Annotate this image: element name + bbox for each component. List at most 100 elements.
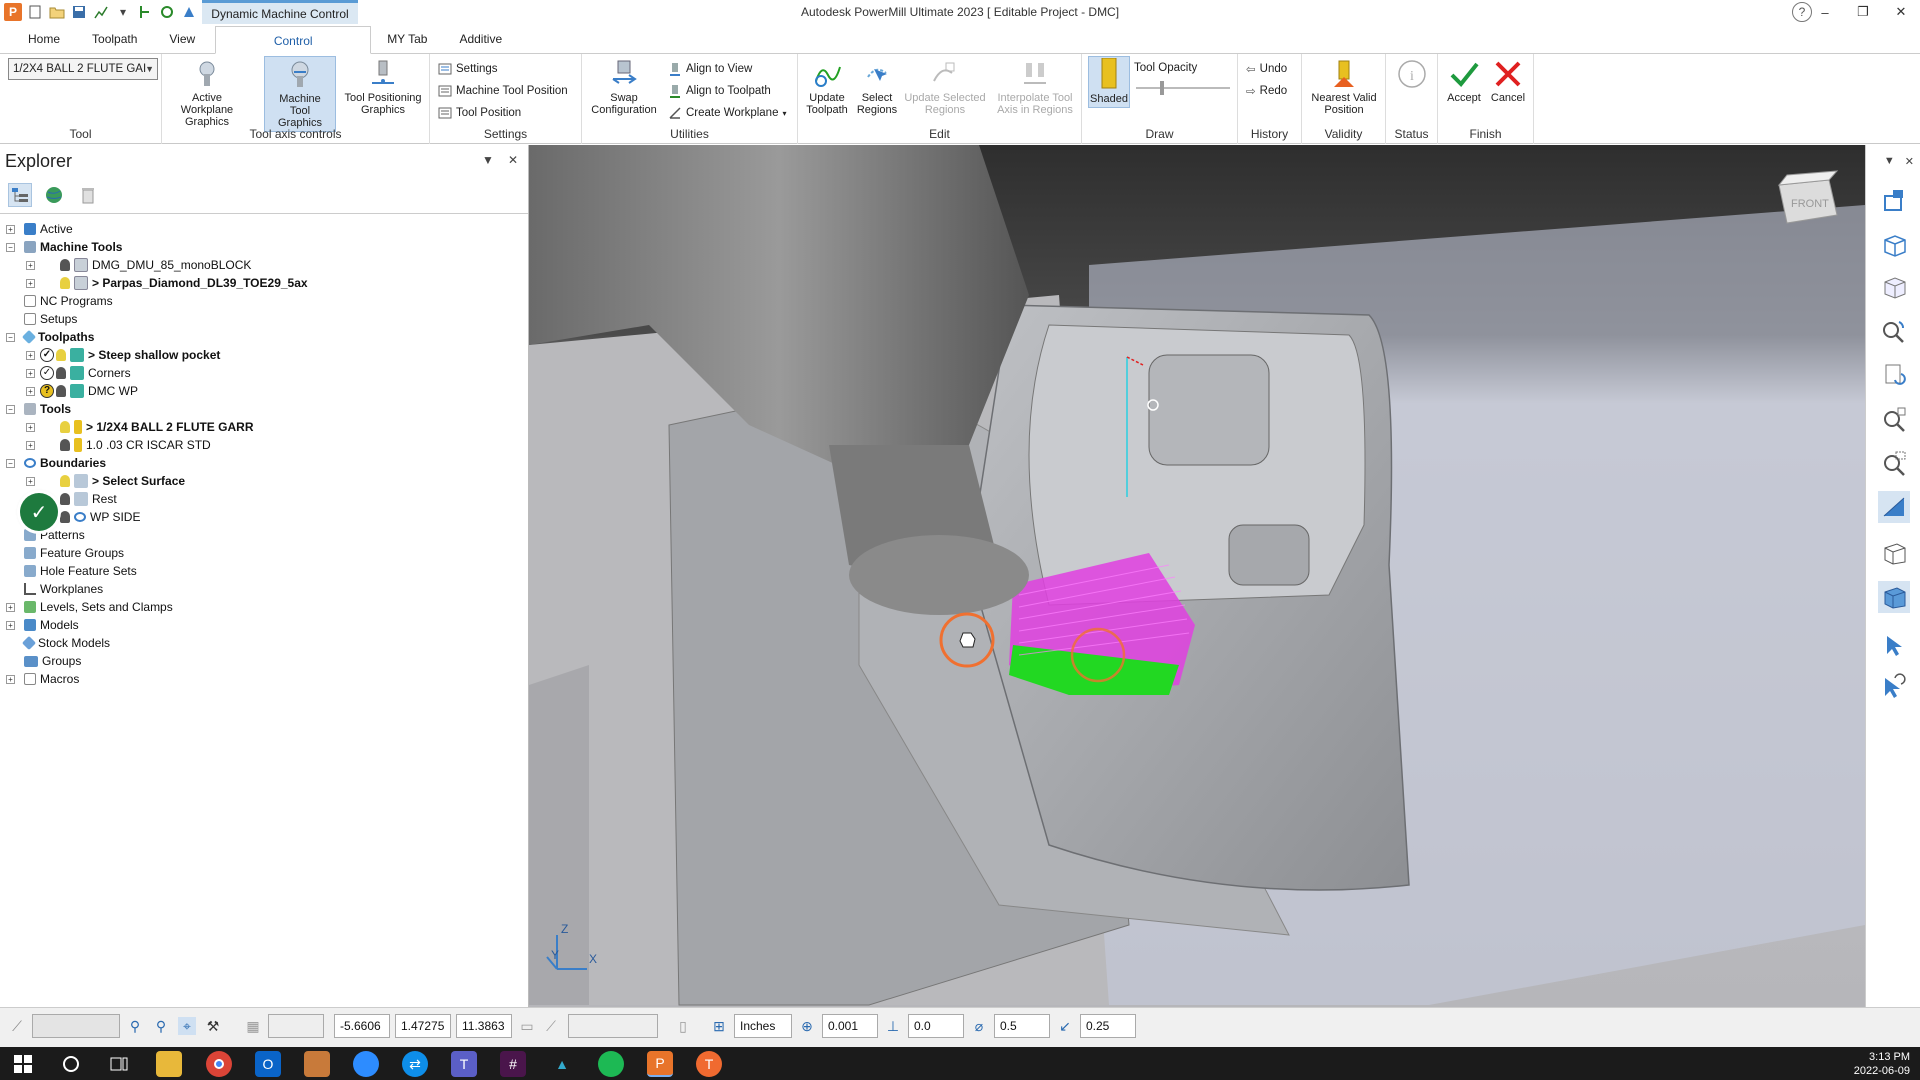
tab-my-tab[interactable]: MY Tab (371, 25, 443, 53)
tree-item-machine-dmg[interactable]: DMG_DMU_85_monoBLOCK (60, 256, 251, 274)
graphics-viewport[interactable]: FRONT X Z Y (529, 145, 1865, 1007)
tree-item-hole-feature-sets[interactable]: Hole Feature Sets (24, 562, 137, 580)
tab-additive[interactable]: Additive (443, 25, 518, 53)
snap-grid-toggle-icon[interactable]: ⚒ (204, 1017, 222, 1035)
thickness-icon[interactable]: ⊥ (884, 1017, 902, 1035)
swap-configuration-button[interactable]: Swap Configuration (588, 58, 660, 116)
restore-icon[interactable]: ❐ (1844, 0, 1882, 24)
shaded-button[interactable]: Shaded (1088, 56, 1130, 108)
refresh-page-icon[interactable] (1878, 359, 1910, 391)
tree-item-feature-groups[interactable]: Feature Groups (24, 544, 124, 562)
snap-active-icon[interactable]: ⌖ (178, 1017, 196, 1035)
tolerance-field[interactable]: 0.001 (822, 1014, 878, 1038)
teams-icon[interactable]: T (451, 1051, 477, 1077)
expand-tool-1-icon[interactable]: + (26, 423, 35, 432)
snap-target-icon[interactable]: ⚲ (152, 1017, 170, 1035)
collapse-toolpaths-icon[interactable]: − (6, 333, 15, 342)
tree-item-machine-parpas[interactable]: > Parpas_Diamond_DL39_TOE29_5ax (60, 274, 308, 292)
chrome-icon[interactable] (206, 1051, 232, 1077)
align-to-toolpath-button[interactable]: Align to Toolpath (668, 82, 771, 100)
machine-tool-position-button[interactable]: Machine Tool Position (438, 82, 568, 100)
view-cube[interactable]: FRONT (1777, 170, 1839, 224)
tree-item-toolpath-corners[interactable]: ✓ Corners (40, 364, 131, 382)
tree-item-toolpath-dmc-wp[interactable]: ? DMC WP (40, 382, 138, 400)
tree-item-active[interactable]: Active (24, 220, 73, 238)
slack-icon[interactable]: # (500, 1051, 526, 1077)
expand-macros-icon[interactable]: + (6, 675, 15, 684)
snap-icon[interactable]: ⚲ (126, 1017, 144, 1035)
windows-start-icon[interactable] (10, 1051, 36, 1077)
tree-item-boundary-rest[interactable]: Rest (60, 490, 117, 508)
stock-view-icon[interactable] (1878, 581, 1910, 613)
new-project-icon[interactable] (26, 3, 44, 21)
tab-toolpath[interactable]: Toolpath (76, 25, 153, 53)
view-from-top-icon[interactable] (1878, 185, 1910, 217)
tree-item-toolpath-steep-shallow[interactable]: ✓ > Steep shallow pocket (40, 346, 220, 364)
expand-toolpath-1-icon[interactable]: + (26, 351, 35, 360)
globe-icon[interactable] (42, 183, 66, 207)
recycle-icon[interactable] (158, 3, 176, 21)
expand-boundary-1-icon[interactable]: + (26, 477, 35, 486)
wireframe-view-icon[interactable] (1878, 537, 1910, 569)
zoom-box-icon[interactable] (1878, 447, 1910, 479)
powermill-logo-icon[interactable]: P (4, 3, 22, 21)
tool-positioning-graphics-button[interactable]: Tool Positioning Graphics (338, 58, 428, 116)
tree-item-macros[interactable]: Macros (24, 670, 79, 688)
teamviewer-icon[interactable]: ⇄ (402, 1051, 428, 1077)
update-toolpath-button[interactable]: Update Toolpath (804, 58, 850, 116)
zoom-fit-icon[interactable] (1878, 403, 1910, 435)
align-to-view-button[interactable]: Align to View (668, 60, 752, 78)
expand-levels-icon[interactable]: + (6, 603, 15, 612)
toolbar-close-icon[interactable]: ✕ (1905, 155, 1914, 168)
tree-item-groups[interactable]: Groups (24, 652, 81, 670)
accept-button[interactable]: Accept (1444, 58, 1484, 104)
tool-select[interactable]: 1/2X4 BALL 2 FLUTE GAI ▼ (8, 58, 158, 80)
create-workplane-button[interactable]: Create Workplane ▾ (668, 104, 787, 122)
tree-item-tools[interactable]: Tools (24, 400, 71, 418)
tree-view-icon[interactable] (8, 183, 32, 207)
undo-button[interactable]: ⇦ Undo (1246, 60, 1287, 78)
expand-machine-2-icon[interactable]: + (26, 279, 35, 288)
task-view-icon[interactable] (106, 1051, 132, 1077)
lightbulb-off-icon[interactable] (60, 511, 70, 523)
select-regions-button[interactable]: Select Regions (854, 58, 900, 116)
collapse-machine-tools-icon[interactable]: − (6, 243, 15, 252)
panel-close-icon[interactable]: ✕ (508, 153, 518, 167)
chart-icon[interactable] (92, 3, 110, 21)
tree-item-workplanes[interactable]: Workplanes (24, 580, 103, 598)
create-workplane-dropdown-icon[interactable]: ▾ (782, 109, 786, 118)
machine-tool-graphics-button[interactable]: Machine Tool Graphics (264, 56, 336, 132)
tab-home[interactable]: Home (12, 25, 76, 53)
toolpath-insert-icon[interactable] (136, 3, 154, 21)
tree-item-nc-programs[interactable]: NC Programs (24, 292, 113, 310)
lightbulb-off-icon[interactable] (60, 439, 70, 451)
cancel-button[interactable]: Cancel (1488, 58, 1528, 104)
lightbulb-off-icon[interactable] (56, 385, 66, 397)
lightbulb-on-icon[interactable] (60, 421, 70, 433)
lightbulb-on-icon[interactable] (60, 277, 70, 289)
calculate-icon[interactable] (180, 3, 198, 21)
expand-toolpath-2-icon[interactable]: + (26, 369, 35, 378)
powermill-active-icon[interactable]: P (647, 1051, 673, 1077)
panel-menu-icon[interactable]: ▼ (482, 153, 494, 167)
system-clock[interactable]: 3:13 PM 2022-06-09 (1854, 1050, 1910, 1078)
tolerance-icon[interactable]: ⊕ (798, 1017, 816, 1035)
minimize-icon[interactable]: – (1806, 0, 1844, 24)
search-icon[interactable] (58, 1051, 84, 1077)
collapse-boundaries-icon[interactable]: − (6, 459, 15, 468)
tree-item-boundary-wp-side[interactable]: WP SIDE (60, 508, 140, 526)
lightbulb-off-icon[interactable] (60, 259, 70, 271)
save-icon[interactable] (70, 3, 88, 21)
expand-models-icon[interactable]: + (6, 621, 15, 630)
expand-active-icon[interactable]: + (6, 225, 15, 234)
toolbar-menu-icon[interactable]: ▼ (1884, 155, 1895, 168)
lightbulb-on-icon[interactable] (56, 349, 66, 361)
close-icon[interactable]: ✕ (1882, 0, 1920, 24)
redo-button[interactable]: ⇨ Redo (1246, 82, 1287, 100)
lightbulb-off-icon[interactable] (60, 493, 70, 505)
tree-item-models[interactable]: Models (24, 616, 79, 634)
workplane-status-icon[interactable]: ⟋ (8, 1017, 26, 1035)
fusion-icon[interactable]: T (696, 1051, 722, 1077)
expand-tool-2-icon[interactable]: + (26, 441, 35, 450)
zoom-rotate-icon[interactable] (1878, 315, 1910, 347)
